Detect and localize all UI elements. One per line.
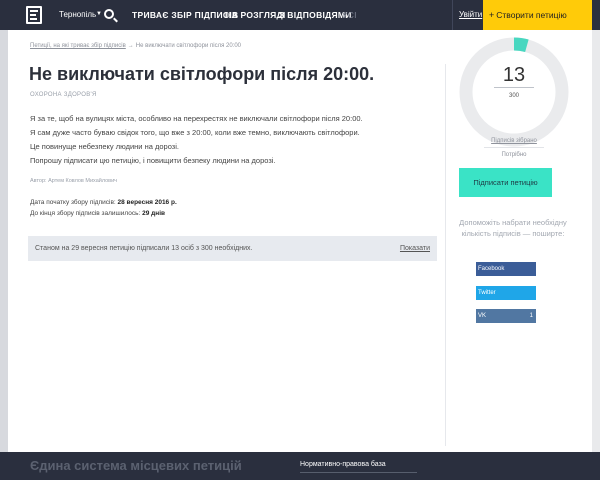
search-icon[interactable] [104,9,114,19]
page-scrollbar[interactable] [592,30,600,452]
petition-text-line: Я за те, щоб на вулицях міста, особливо … [30,114,363,123]
footer: Єдина система місцевих петицій Нормативн… [0,452,600,480]
share-count: 1 [529,313,533,319]
signature-status-box: Станом на 29 вересня петицію підписали 1… [28,236,437,261]
signature-status-text: Станом на 29 вересня петицію підписали 1… [35,245,253,252]
signatures-needed-label: Потрібно [501,152,527,158]
breadcrumb-link[interactable]: Петиції, на які триває збір підписів [30,43,126,49]
twitter-share-button[interactable]: Twitter [476,286,536,300]
start-date-label: Дата початку збору підписів: [30,199,116,206]
signatures-divider [484,147,544,148]
days-remaining-value: 29 днів [142,210,166,217]
signature-progress-ring [459,37,569,147]
petition-text-line: Це повинуще небезпеку людини на дорозі. [30,142,179,151]
petition-author: Автор: Артем Ковлов Михайлович [30,178,118,184]
header-divider [452,0,453,30]
share-label: Twitter [478,290,496,296]
show-signers-link[interactable]: Показати [400,245,430,252]
progress-ring-track [459,37,569,147]
plus-icon: + [489,10,495,20]
logo-icon[interactable] [26,6,42,24]
days-remaining-label: До кінця збору підписів залишилось: [30,210,141,217]
arrow-right-icon: → [127,43,134,49]
share-label: Facebook [478,266,505,272]
footer-title: Єдина система місцевих петицій [30,458,242,473]
signature-count: 13 [502,64,526,86]
chevron-down-icon[interactable]: ▼ [96,11,102,17]
sign-petition-button[interactable]: Підписати петицію [459,168,552,197]
petition-category[interactable]: ОХОРОНА ЗДОРОВ'Я [30,92,97,98]
top-bar: Тернопіль ▼ ТРИВАЄ ЗБІР ПІДПИСІВ НА РОЗГ… [0,0,600,30]
start-date: Дата початку збору підписів: 28 вересня … [30,199,177,206]
petition-text-line: Я сам дуже часто буваю свідок того, що в… [30,128,360,137]
create-petition-label: Створити петицію [496,10,567,20]
nav-under-review[interactable]: НА РОЗГЛЯДІ [225,10,286,20]
vk-share-button[interactable]: VK 1 [476,309,536,323]
signatures-collected-link[interactable]: Підписів зібрано [459,138,569,144]
city-selector[interactable]: Тернопіль [59,10,96,19]
footer-link-underline [300,472,417,473]
signature-total: 300 [508,93,519,99]
nav-all[interactable]: УСІ [342,10,357,20]
create-petition-button[interactable]: + Створити петицію [483,0,592,30]
nav-answered[interactable]: З ВІДПОВІДЯМИ [279,10,352,20]
legal-base-link[interactable]: Нормативно-правова база [300,461,386,468]
breadcrumb: Петиції, на які триває збір підписів → Не … [30,43,241,49]
share-label: VK [478,313,487,319]
share-help-text: Допоможіть набрати необхідну кількість п… [459,218,567,238]
days-remaining: До кінця збору підписів залишилось: 29 д… [30,210,165,217]
sidebar-divider [445,64,446,446]
page-title: Не виключати світлофори після 20:00. [29,64,375,84]
login-link[interactable]: Увійти [459,10,482,19]
facebook-share-button[interactable]: Facebook [476,262,536,276]
nav-collecting[interactable]: ТРИВАЄ ЗБІР ПІДПИСІВ [132,10,238,20]
start-date-value: 28 вересня 2016 р. [117,199,177,206]
petition-text-line: Попрошу підписати цю петицію, і повищити… [30,156,276,165]
count-divider [494,87,534,88]
breadcrumb-current: Не виключати світлофори після 20:00 [135,43,242,49]
